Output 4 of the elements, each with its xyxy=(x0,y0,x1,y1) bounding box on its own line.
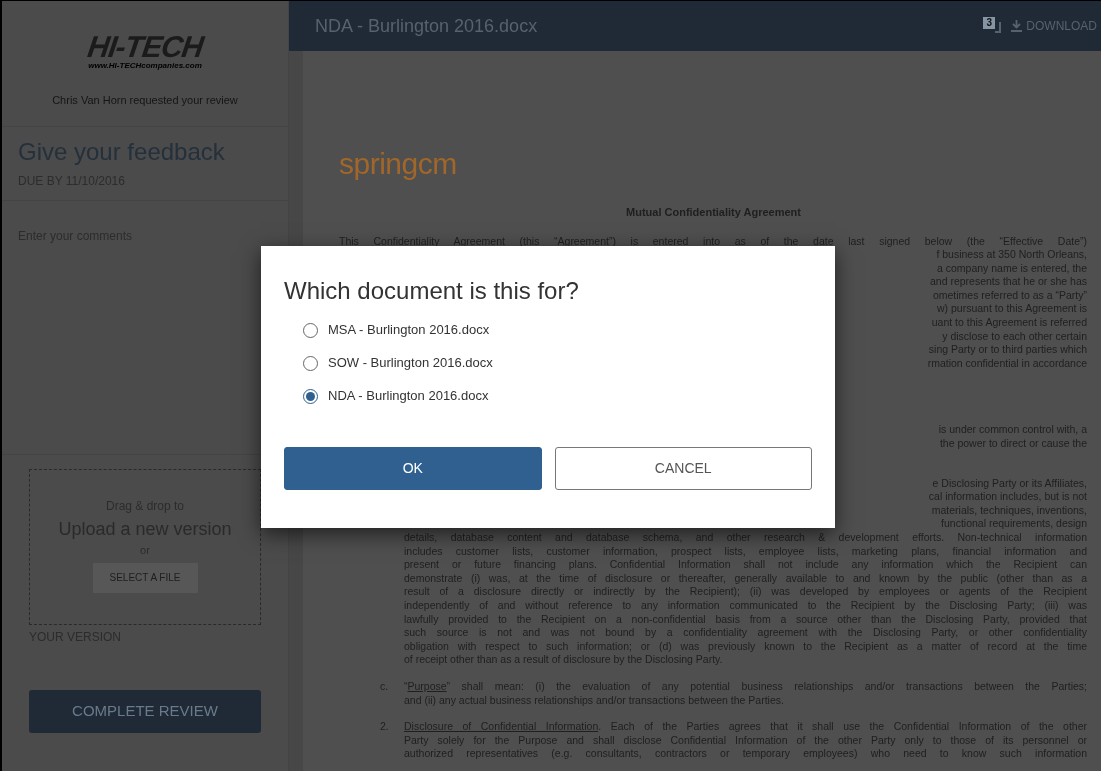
springcm-logo: springcm xyxy=(339,146,458,182)
logo-url: www.HI-TECHcompanies.com xyxy=(88,61,202,70)
version-count-badge: 3 xyxy=(983,17,996,29)
document-title: NDA - Burlington 2016.docx xyxy=(315,14,539,38)
